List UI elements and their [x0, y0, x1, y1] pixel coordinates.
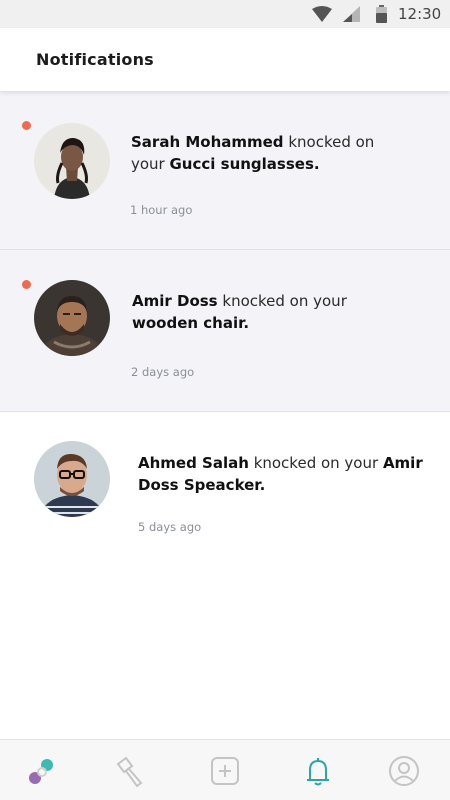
notification-time: 2 days ago [131, 365, 195, 379]
notification-message: Amir Doss knocked on your wooden chair. [132, 290, 402, 334]
battery-icon [376, 5, 387, 27]
notification-message: Ahmed Salah knocked on your Amir Doss Sp… [138, 452, 423, 496]
notification-item-name[interactable]: Gucci sunglasses. [170, 155, 320, 173]
flashlight-icon[interactable] [112, 754, 146, 788]
bottom-nav [0, 739, 450, 800]
notification-item-name[interactable]: wooden chair. [132, 314, 249, 332]
notification-time: 1 hour ago [130, 203, 193, 217]
avatar[interactable] [34, 123, 110, 199]
unread-dot [22, 280, 31, 289]
avatar[interactable] [34, 441, 110, 517]
app-header: Notifications [0, 28, 450, 91]
notification-user[interactable]: Amir Doss [132, 292, 218, 310]
notification-user[interactable]: Ahmed Salah [138, 454, 249, 472]
notification-time: 5 days ago [138, 520, 202, 534]
notification-message: Sarah Mohammed knocked on your Gucci sun… [131, 131, 401, 175]
notification-action: knocked on your [217, 292, 347, 310]
notification-item[interactable]: Amir Doss knocked on your wooden chair. … [0, 250, 450, 412]
notification-item[interactable]: Ahmed Salah knocked on your Amir Doss Sp… [0, 412, 450, 572]
profile-icon[interactable] [387, 754, 421, 788]
unread-dot [22, 121, 31, 130]
page-title: Notifications [36, 50, 154, 69]
discover-icon[interactable] [25, 754, 59, 788]
wifi-icon [312, 6, 332, 26]
notification-action: knocked on your [248, 454, 383, 472]
avatar[interactable] [34, 280, 110, 356]
status-bar: 12:30 [0, 0, 450, 28]
clock: 12:30 [398, 5, 442, 23]
add-icon[interactable] [208, 754, 242, 788]
notification-item[interactable]: Sarah Mohammed knocked on your Gucci sun… [0, 91, 450, 250]
signal-icon [343, 6, 360, 26]
bell-icon[interactable] [301, 754, 335, 788]
notification-user[interactable]: Sarah Mohammed [131, 133, 284, 151]
